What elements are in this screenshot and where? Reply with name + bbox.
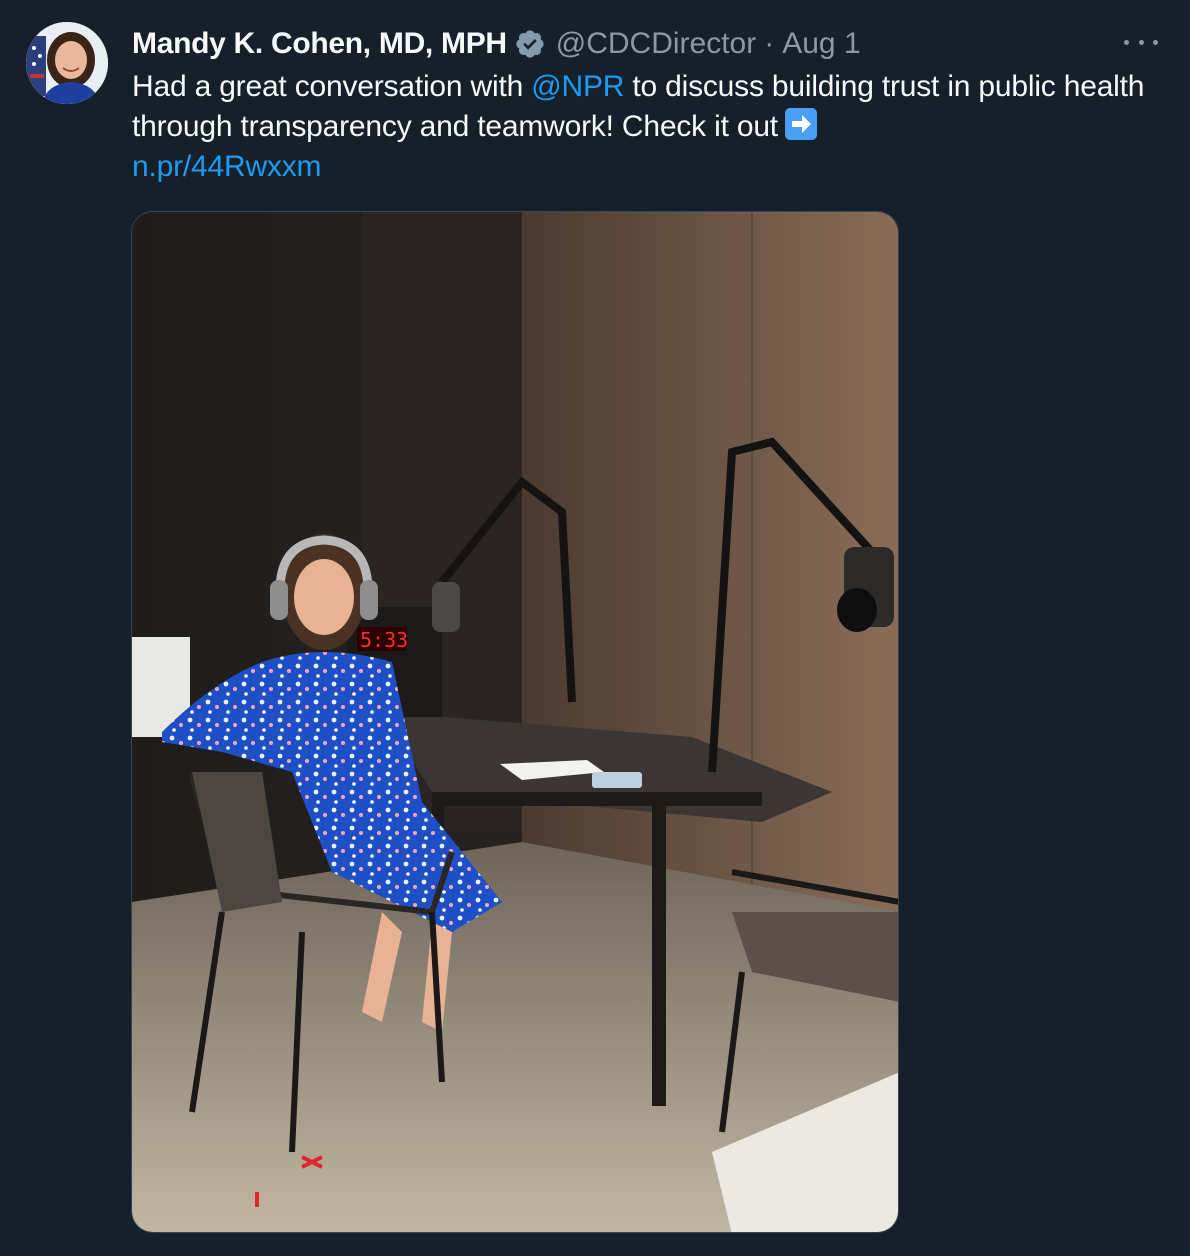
mention-npr-link[interactable]: @NPR bbox=[531, 70, 624, 103]
verified-badge-icon bbox=[514, 28, 546, 60]
tweet-photo[interactable]: 5:33 bbox=[131, 211, 899, 1233]
separator-dot: · bbox=[764, 27, 775, 60]
tweet-date[interactable]: Aug 1 bbox=[782, 27, 860, 61]
studio-clock-display: 5:33 bbox=[360, 628, 408, 652]
more-options-icon[interactable] bbox=[1124, 30, 1158, 54]
author-avatar[interactable] bbox=[26, 22, 108, 104]
tweet-text: Had a great conversation with @NPR to di… bbox=[132, 67, 1152, 187]
tweet-url-link[interactable]: n.pr/44Rwxxm bbox=[132, 150, 322, 183]
tweet-text-part1: Had a great conversation with bbox=[132, 70, 532, 103]
tweet-header: Mandy K. Cohen, MD, MPH @CDCDirector · A… bbox=[132, 22, 861, 66]
right-arrow-emoji-icon bbox=[784, 107, 818, 141]
tweet[interactable]: Mandy K. Cohen, MD, MPH @CDCDirector · A… bbox=[0, 0, 1190, 1256]
author-handle[interactable]: @CDCDirector bbox=[556, 27, 756, 61]
author-name[interactable]: Mandy K. Cohen, MD, MPH bbox=[132, 27, 507, 61]
